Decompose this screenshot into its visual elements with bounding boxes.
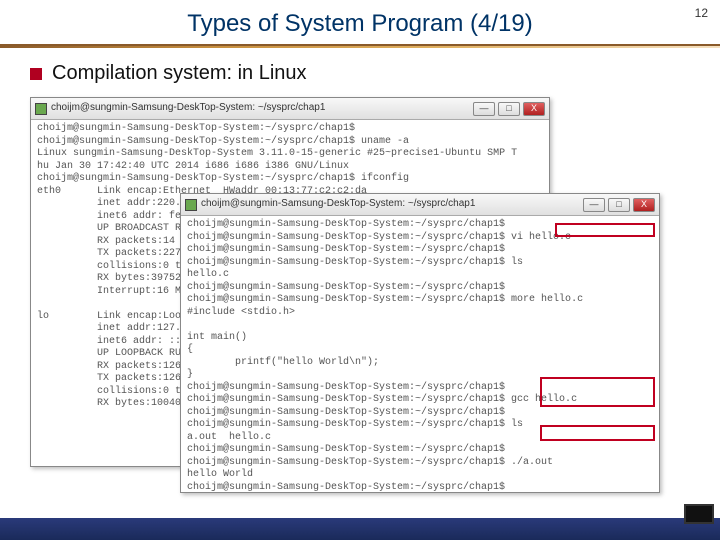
terminal-area: choijm@sungmin-Samsung-DeskTop-System: ~… bbox=[30, 97, 690, 497]
window-titlebar[interactable]: choijm@sungmin-Samsung-DeskTop-System: ~… bbox=[31, 98, 549, 120]
window-buttons: — □ X bbox=[583, 198, 655, 212]
maximize-button[interactable]: □ bbox=[498, 102, 520, 116]
window-title: choijm@sungmin-Samsung-DeskTop-System: ~… bbox=[201, 198, 475, 211]
close-button[interactable]: X bbox=[523, 102, 545, 116]
window-title: choijm@sungmin-Samsung-DeskTop-System: ~… bbox=[51, 102, 325, 115]
bullet-text: Compilation system: in Linux bbox=[52, 62, 307, 85]
bullet-row: Compilation system: in Linux bbox=[0, 48, 720, 93]
terminal-icon bbox=[185, 199, 197, 211]
page-number: 12 bbox=[695, 6, 708, 20]
title-bar: Types of System Program (4/19) bbox=[0, 0, 720, 44]
footer-strip bbox=[0, 518, 720, 540]
window-buttons: — □ X bbox=[473, 102, 545, 116]
highlight-gcc-command bbox=[540, 377, 655, 407]
highlight-vi-command bbox=[555, 223, 655, 237]
minimize-button[interactable]: — bbox=[583, 198, 605, 212]
terminal-output-front: choijm@sungmin-Samsung-DeskTop-System:~/… bbox=[181, 216, 659, 497]
slide: 12 Types of System Program (4/19) Compil… bbox=[0, 0, 720, 540]
window-titlebar[interactable]: choijm@sungmin-Samsung-DeskTop-System: ~… bbox=[181, 194, 659, 216]
slide-title: Types of System Program (4/19) bbox=[40, 10, 680, 38]
bullet-square-icon bbox=[30, 68, 42, 80]
monitor-icon bbox=[684, 504, 714, 524]
maximize-button[interactable]: □ bbox=[608, 198, 630, 212]
terminal-window-front: choijm@sungmin-Samsung-DeskTop-System: ~… bbox=[180, 193, 660, 493]
close-button[interactable]: X bbox=[633, 198, 655, 212]
minimize-button[interactable]: — bbox=[473, 102, 495, 116]
terminal-icon bbox=[35, 103, 47, 115]
highlight-run-command bbox=[540, 425, 655, 441]
